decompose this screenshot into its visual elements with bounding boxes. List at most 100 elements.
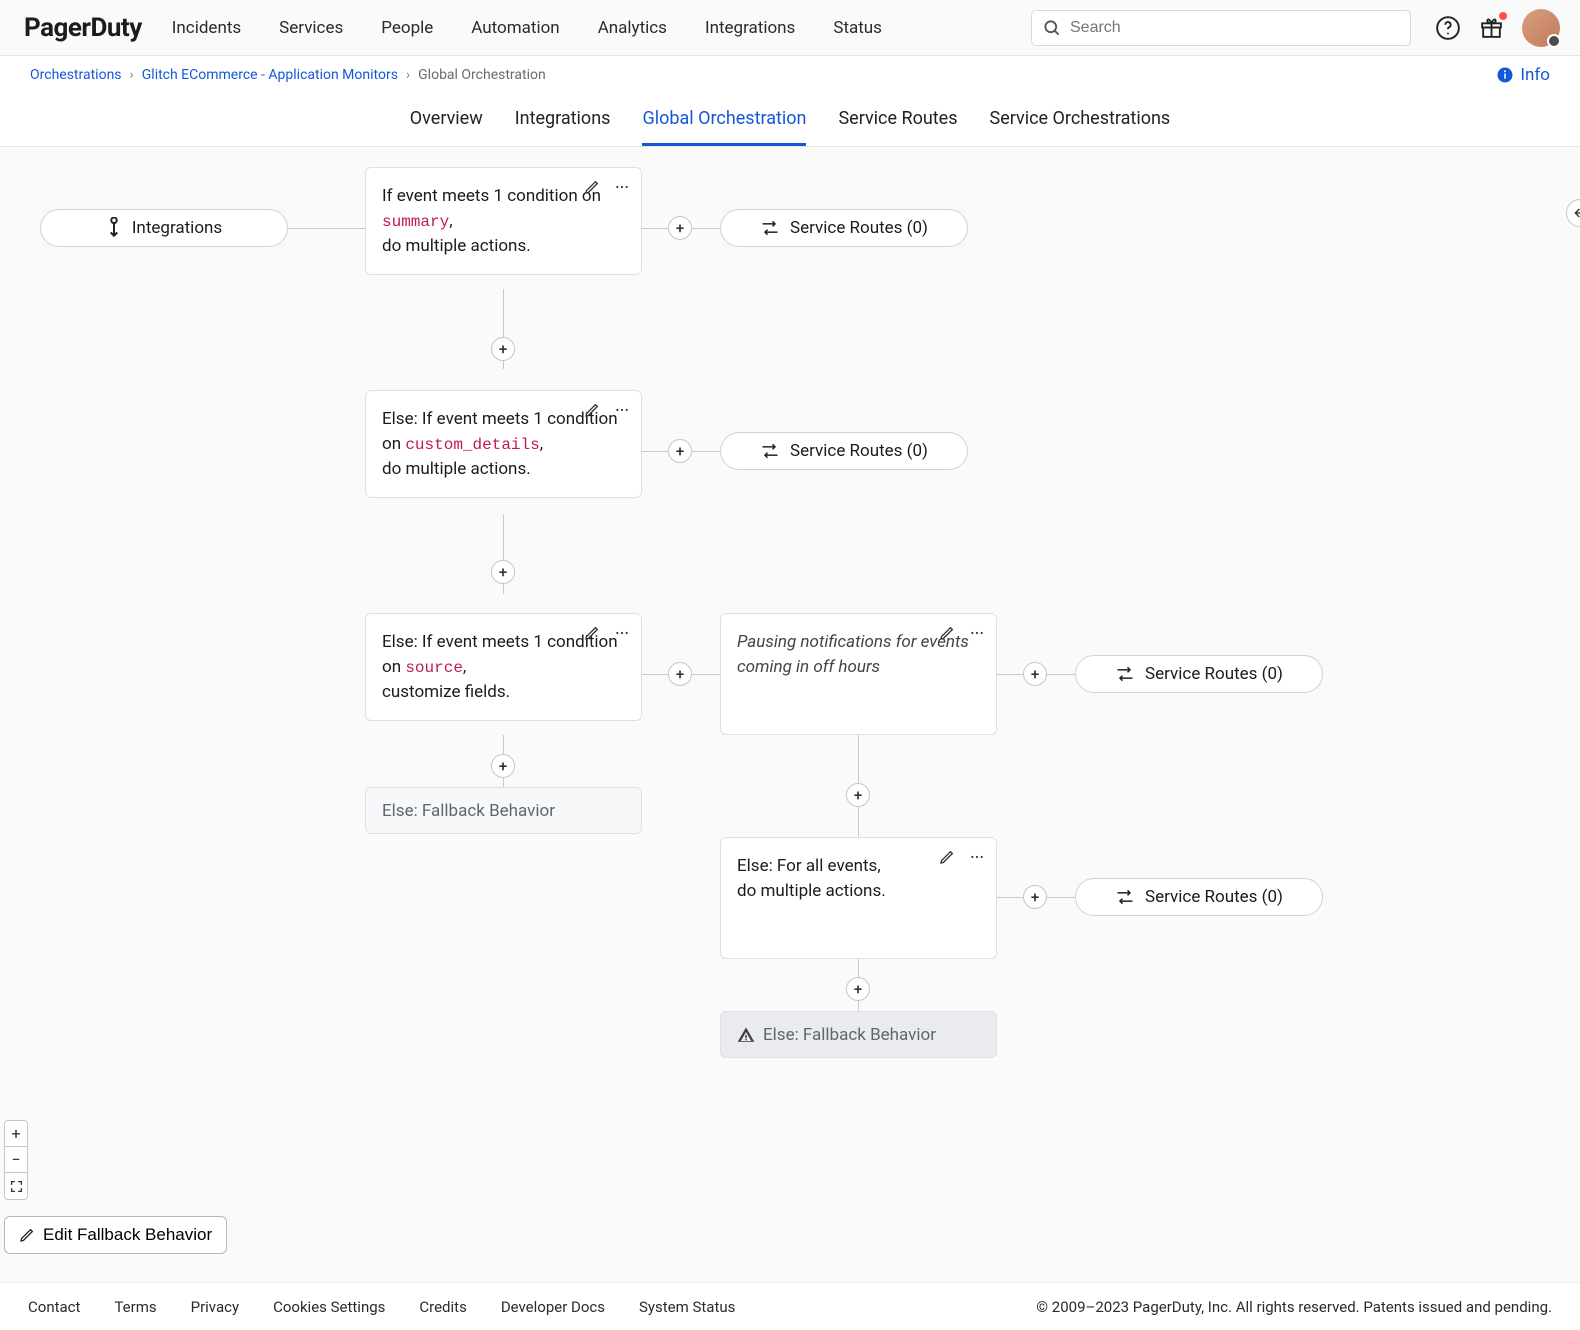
service-routes-label: Service Routes (0) [790,218,928,238]
search-input[interactable] [1070,19,1400,37]
edit-icon [19,1227,35,1243]
breadcrumb-orchestrations[interactable]: Orchestrations [30,67,122,83]
fallback-card-shaded[interactable]: Else: Fallback Behavior [720,1011,997,1058]
breadcrumb-glitch[interactable]: Glitch ECommerce - Application Monitors [142,67,398,83]
rule-text: Else: For all events, do multiple action… [737,856,886,901]
edit-icon[interactable] [581,399,603,421]
rule-code: source [405,659,463,677]
add-button[interactable]: + [846,977,870,1001]
rule-code: summary [382,213,449,231]
avatar[interactable] [1522,9,1560,47]
rule-card-4[interactable]: Pausing notifications for events coming … [720,613,997,735]
add-button[interactable]: + [846,783,870,807]
route-icon [760,442,780,460]
sub-nav: Overview Integrations Global Orchestrati… [0,94,1580,147]
rule-card-5[interactable]: Else: For all events, do multiple action… [720,837,997,959]
warning-icon [737,1026,755,1044]
footer-copyright: © 2009–2023 PagerDuty, Inc. All rights r… [1036,1298,1552,1316]
nav-integrations[interactable]: Integrations [705,18,795,38]
edit-fallback-label: Edit Fallback Behavior [43,1225,212,1245]
nav-incidents[interactable]: Incidents [172,18,241,38]
footer-privacy[interactable]: Privacy [191,1298,239,1316]
main-nav: Incidents Services People Automation Ana… [172,18,882,38]
more-icon[interactable] [611,622,633,644]
service-routes-pill-1[interactable]: Service Routes (0) [720,209,968,247]
connector [858,735,859,787]
connector [858,807,859,837]
nav-people[interactable]: People [381,18,433,38]
rule-text-pre: If event meets 1 condition on [382,186,601,206]
zoom-controls: + − [4,1120,28,1200]
edit-icon[interactable] [581,622,603,644]
tab-service-orchestrations[interactable]: Service Orchestrations [990,94,1171,146]
rule-card-2[interactable]: Else: If event meets 1 condition on cust… [365,390,642,498]
footer-terms[interactable]: Terms [114,1298,156,1316]
add-button[interactable]: + [491,337,515,361]
service-routes-pill-2[interactable]: Service Routes (0) [720,432,968,470]
add-button[interactable]: + [1023,662,1047,686]
zoom-in-button[interactable]: + [5,1121,27,1147]
more-icon[interactable] [966,622,988,644]
add-button[interactable]: + [1023,885,1047,909]
info-label: Info [1520,65,1550,85]
footer-credits[interactable]: Credits [419,1298,466,1316]
add-button[interactable]: + [668,662,692,686]
tab-integrations[interactable]: Integrations [515,94,611,146]
add-button[interactable]: + [668,439,692,463]
rule-code: custom_details [405,436,539,454]
route-icon [1115,665,1135,683]
collapse-panel-icon[interactable] [1566,199,1580,227]
service-routes-label: Service Routes (0) [790,441,928,461]
route-icon [1115,888,1135,906]
search-box[interactable] [1031,10,1411,46]
logo[interactable]: PagerDuty [24,13,142,43]
top-header: PagerDuty Incidents Services People Auto… [0,0,1580,56]
footer-dev-docs[interactable]: Developer Docs [501,1298,605,1316]
tab-overview[interactable]: Overview [410,94,483,146]
fallback-card[interactable]: Else: Fallback Behavior [365,787,642,834]
integrations-label: Integrations [132,218,222,238]
footer-contact[interactable]: Contact [28,1298,80,1316]
rule-card-1[interactable]: If event meets 1 condition on summary, d… [365,167,642,275]
help-icon[interactable] [1435,15,1461,41]
rule-card-3[interactable]: Else: If event meets 1 condition on sour… [365,613,642,721]
edit-fallback-button[interactable]: Edit Fallback Behavior [4,1216,227,1254]
connector [288,228,365,229]
edit-icon[interactable] [936,622,958,644]
footer-status[interactable]: System Status [639,1298,735,1316]
more-icon[interactable] [611,399,633,421]
service-routes-pill-3[interactable]: Service Routes (0) [1075,655,1323,693]
breadcrumb-sep: › [406,67,410,83]
header-icons [1435,9,1560,47]
fullscreen-button[interactable] [5,1173,27,1199]
integrations-icon [106,217,122,239]
edit-icon[interactable] [581,176,603,198]
nav-status[interactable]: Status [833,18,882,38]
breadcrumb-row: Orchestrations › Glitch ECommerce - Appl… [0,56,1580,94]
add-button[interactable]: + [491,754,515,778]
more-icon[interactable] [611,176,633,198]
footer-cookies[interactable]: Cookies Settings [273,1298,385,1316]
zoom-out-button[interactable]: − [5,1147,27,1173]
service-routes-pill-4[interactable]: Service Routes (0) [1075,878,1323,916]
gift-icon[interactable] [1479,15,1504,40]
fallback-label: Else: Fallback Behavior [382,801,555,821]
add-button[interactable]: + [668,216,692,240]
edit-icon[interactable] [936,846,958,868]
footer-links: Contact Terms Privacy Cookies Settings C… [28,1298,735,1316]
orchestration-canvas[interactable]: Integrations If event meets 1 condition … [0,147,1580,1282]
add-button[interactable]: + [491,560,515,584]
service-routes-label: Service Routes (0) [1145,664,1283,684]
breadcrumb-sep: › [130,67,134,83]
breadcrumb: Orchestrations › Glitch ECommerce - Appl… [30,67,546,83]
info-icon [1496,66,1514,84]
integrations-pill[interactable]: Integrations [40,209,288,247]
notification-dot [1499,12,1507,20]
tab-service-routes[interactable]: Service Routes [838,94,957,146]
tab-global-orchestration[interactable]: Global Orchestration [642,94,806,146]
nav-automation[interactable]: Automation [471,18,559,38]
more-icon[interactable] [966,846,988,868]
info-link[interactable]: Info [1496,65,1550,85]
nav-services[interactable]: Services [279,18,343,38]
nav-analytics[interactable]: Analytics [598,18,667,38]
